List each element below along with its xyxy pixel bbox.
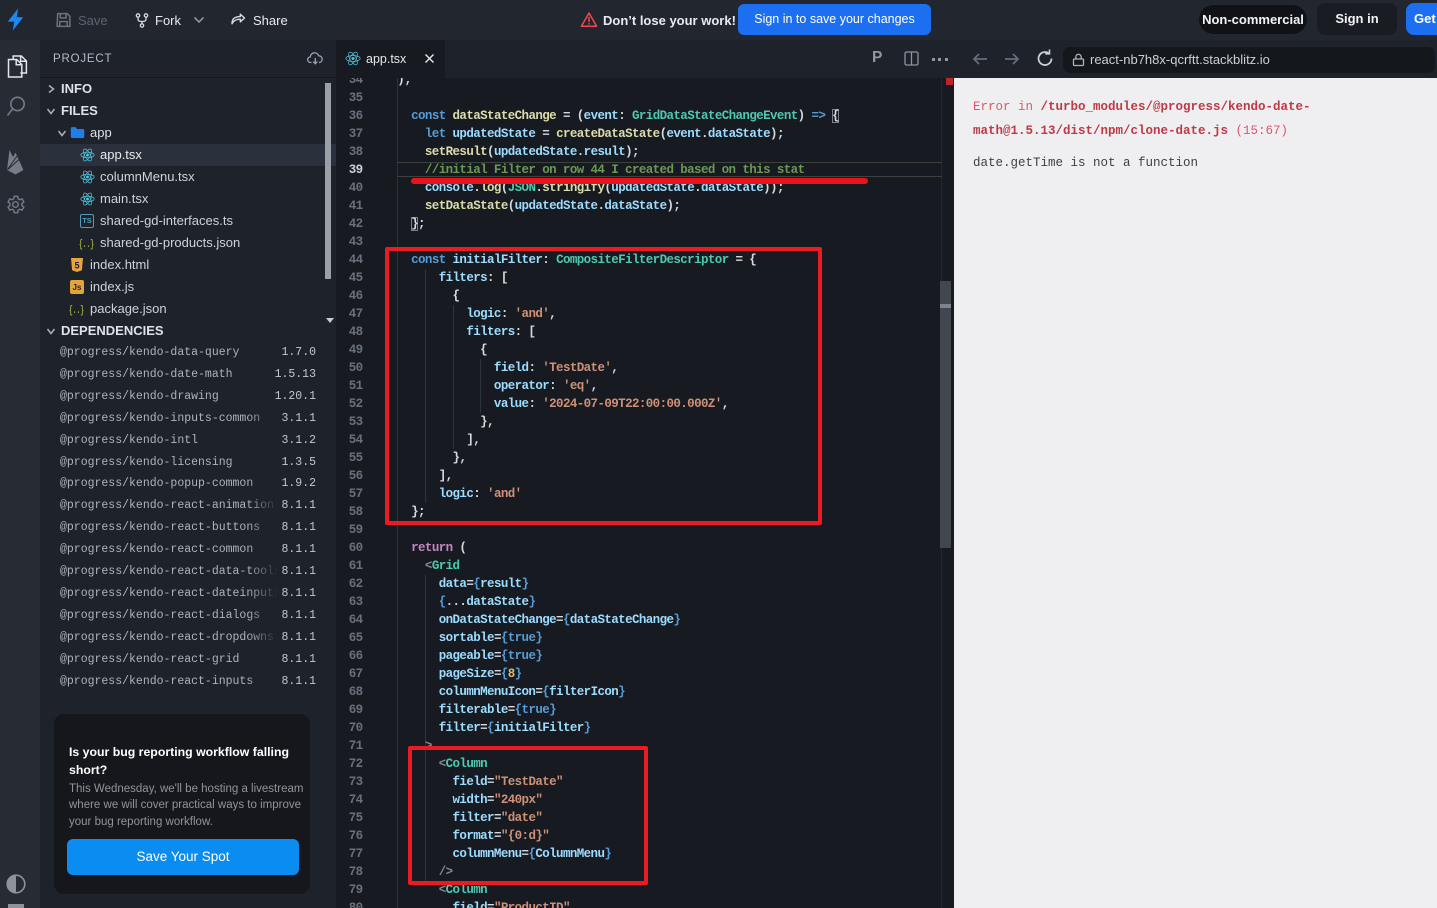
svg-text:{..}: {..} bbox=[79, 239, 94, 250]
svg-text:5: 5 bbox=[74, 261, 79, 271]
svg-text:{..}: {..} bbox=[69, 305, 84, 316]
